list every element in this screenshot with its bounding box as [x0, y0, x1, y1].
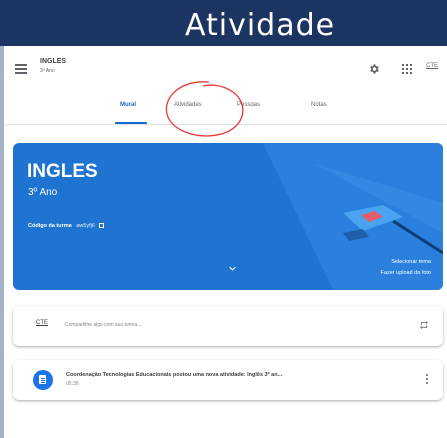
classroom-app: INGLES 3º Ano CTE Mural Atividades Pesso…	[0, 46, 447, 438]
header-class-sub: 3º Ano	[40, 68, 55, 74]
post-text[interactable]: Coordenação Tecnologias Educacionais pos…	[66, 372, 282, 378]
share-card[interactable]: CTE Compartilhe algo com sua turma...	[13, 306, 443, 346]
chevron-down-icon[interactable]	[229, 266, 236, 271]
activity-post-card[interactable]: Coordenação Tecnologias Educacionais pos…	[13, 360, 443, 400]
overlay-banner: Atividade	[0, 0, 447, 46]
banner-class-name: INGLES	[27, 161, 98, 182]
tab-notas[interactable]: Notas	[311, 102, 327, 108]
banner-class-sub: 3º Ano	[28, 187, 58, 198]
gear-icon[interactable]	[368, 63, 380, 75]
repost-icon[interactable]	[419, 320, 429, 330]
menu-icon[interactable]	[15, 64, 27, 74]
select-theme-link[interactable]: Selecionar tema	[391, 259, 431, 265]
share-prompt[interactable]: Compartilhe algo com sua turma...	[65, 322, 141, 328]
share-avatar: CTE	[36, 320, 48, 326]
apps-icon[interactable]	[402, 64, 412, 74]
class-code-value: aw5yfj6	[76, 223, 95, 229]
tab-mural[interactable]: Mural	[120, 102, 136, 108]
upload-photo-link[interactable]: Fazer upload da foto	[381, 270, 431, 276]
class-banner: INGLES 3º Ano Código da turma aw5yfj6 Se…	[13, 143, 443, 290]
circle-annotation	[165, 81, 244, 137]
post-time: 05:30	[66, 381, 79, 387]
more-vert-icon[interactable]	[426, 374, 429, 386]
class-code-label: Código da turma	[28, 223, 72, 229]
fullscreen-icon[interactable]	[99, 223, 105, 228]
class-code-row: Código da turma aw5yfj6	[28, 223, 105, 229]
header-class-name[interactable]: INGLES	[40, 58, 66, 65]
assignment-icon	[33, 370, 53, 390]
overlay-title: Atividade	[185, 8, 336, 43]
account-avatar[interactable]: CTE	[426, 63, 438, 69]
